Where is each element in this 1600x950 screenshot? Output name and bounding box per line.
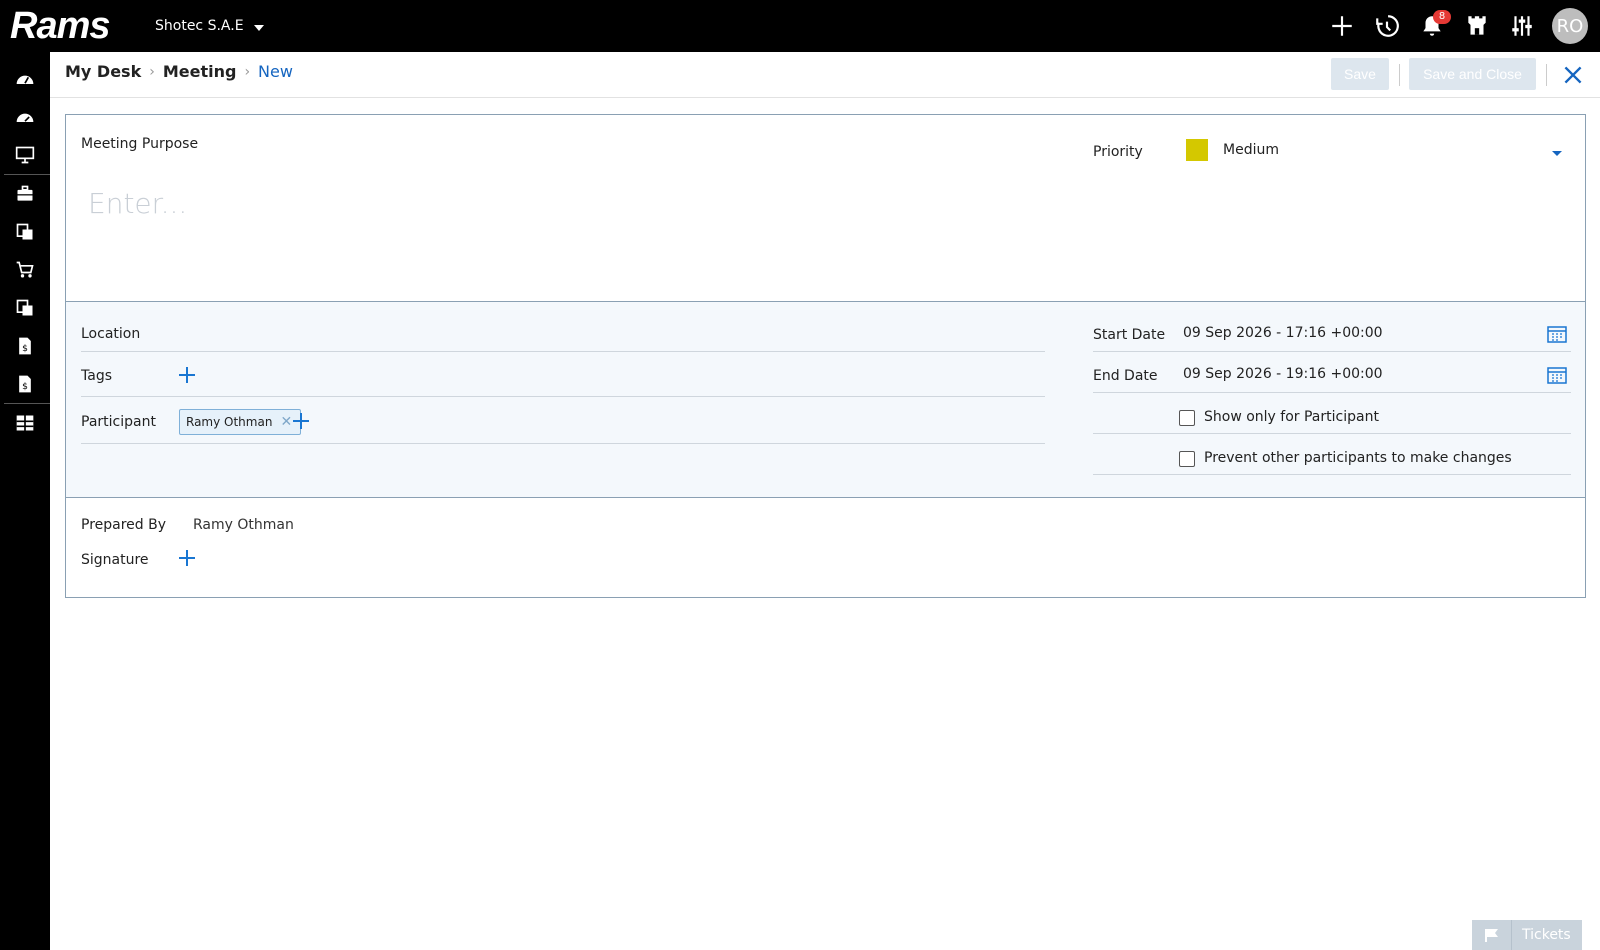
calendar-icon[interactable]	[1547, 325, 1567, 343]
sidebar-item-dashboard-alt[interactable]	[0, 98, 50, 136]
chevron-down-icon	[253, 25, 264, 31]
priority-label: Priority	[1093, 144, 1143, 160]
start-date-label: Start Date	[1093, 327, 1166, 343]
divider	[1093, 433, 1571, 434]
purpose-section: Meeting Purpose Enter... Priority Medium	[66, 115, 1585, 302]
divider	[81, 443, 1045, 444]
sidebar-item-dashboard[interactable]	[0, 60, 50, 98]
tickets-label: Tickets	[1522, 927, 1571, 943]
end-date-label: End Date	[1093, 368, 1158, 384]
breadcrumb-new: New	[258, 62, 293, 81]
divider	[1546, 64, 1547, 86]
sidebar-item-briefcase[interactable]	[0, 175, 50, 213]
priority-color-swatch	[1186, 139, 1208, 161]
priority-value: Medium	[1223, 142, 1279, 158]
breadcrumb: My Desk › Meeting › New	[65, 62, 293, 81]
meeting-purpose-input[interactable]: Enter...	[88, 187, 1038, 220]
divider	[1399, 64, 1400, 86]
divider	[1093, 474, 1571, 475]
add-button[interactable]	[1319, 0, 1364, 52]
chevron-right-icon: ›	[149, 63, 155, 80]
flag-icon	[1472, 920, 1512, 950]
participant-chip: Ramy Othman ✕	[179, 409, 302, 435]
prevent-changes-label: Prevent other participants to make chang…	[1204, 450, 1512, 466]
top-bar: Rams Shotec S.A.E 8 RO	[0, 0, 1600, 52]
location-input[interactable]	[176, 316, 1046, 350]
close-icon[interactable]	[1560, 62, 1586, 88]
cart-icon	[16, 261, 34, 278]
divider	[1093, 392, 1571, 393]
sidebar: $ $	[0, 52, 50, 950]
add-signature-icon[interactable]	[179, 550, 195, 566]
briefcase-icon	[17, 185, 33, 201]
dashboard-icon	[16, 75, 34, 84]
tags-label: Tags	[81, 368, 112, 384]
end-date-input[interactable]: 09 Sep 2026 - 19:16 +00:00	[1183, 366, 1383, 382]
invoice-icon: $	[19, 337, 31, 355]
prepared-by-label: Prepared By	[81, 517, 167, 533]
reports-icon	[16, 415, 34, 431]
signature-label: Signature	[81, 552, 149, 568]
divider	[81, 351, 1045, 352]
top-actions: 8 RO	[1319, 0, 1600, 52]
meeting-purpose-label: Meeting Purpose	[81, 136, 199, 152]
divider	[1093, 351, 1571, 352]
company-selector[interactable]: Shotec S.A.E	[155, 18, 264, 34]
save-button[interactable]: Save	[1331, 58, 1389, 90]
plus-icon	[1331, 16, 1352, 36]
location-label: Location	[81, 326, 141, 342]
sidebar-item-reports[interactable]	[0, 404, 50, 442]
prepared-by-value: Ramy Othman	[193, 517, 294, 533]
breadcrumb-meeting[interactable]: Meeting	[163, 62, 237, 81]
breadcrumb-my-desk[interactable]: My Desk	[65, 62, 141, 81]
documents-alt-icon	[16, 299, 33, 316]
history-icon	[1375, 15, 1399, 37]
documents-icon	[16, 223, 33, 240]
show-only-checkbox[interactable]	[1179, 410, 1195, 426]
castle-icon	[1467, 16, 1486, 35]
monitor-icon	[15, 146, 35, 164]
sidebar-item-documents[interactable]	[0, 213, 50, 251]
chevron-down-icon[interactable]	[1552, 151, 1562, 156]
calendar-icon[interactable]	[1547, 366, 1567, 384]
participant-label: Participant	[81, 414, 156, 430]
details-section: Location Tags Participant Ramy Othman ✕ …	[66, 302, 1585, 498]
history-button[interactable]	[1364, 0, 1409, 52]
prevent-changes-checkbox[interactable]	[1179, 451, 1195, 467]
tickets-button[interactable]: Tickets	[1472, 920, 1582, 950]
svg-text:$: $	[22, 381, 28, 392]
sidebar-item-cart[interactable]	[0, 251, 50, 289]
add-participant-icon[interactable]	[293, 413, 309, 429]
company-name: Shotec S.A.E	[155, 18, 244, 34]
invoice-alt-icon: $	[19, 375, 31, 393]
notification-badge: 8	[1433, 10, 1451, 24]
sliders-icon	[1511, 16, 1532, 36]
notifications-button[interactable]: 8	[1409, 0, 1454, 52]
signature-section: Prepared By Ramy Othman Signature	[66, 498, 1585, 597]
page-header: My Desk › Meeting › New Save Save and Cl…	[50, 52, 1600, 98]
sidebar-item-invoice-alt[interactable]: $	[0, 365, 50, 403]
sidebar-item-monitor[interactable]	[0, 136, 50, 174]
add-tag-icon[interactable]	[179, 367, 195, 383]
show-only-label: Show only for Participant	[1204, 409, 1379, 425]
sidebar-item-invoice[interactable]: $	[0, 327, 50, 365]
meeting-form: Meeting Purpose Enter... Priority Medium…	[65, 114, 1586, 598]
sidebar-item-documents-alt[interactable]	[0, 289, 50, 327]
castle-button[interactable]	[1454, 0, 1499, 52]
chevron-right-icon: ›	[244, 63, 251, 80]
save-and-close-button[interactable]: Save and Close	[1409, 58, 1536, 90]
user-avatar[interactable]: RO	[1552, 8, 1588, 44]
dashboard-alt-icon	[16, 113, 34, 122]
participant-name: Ramy Othman	[186, 415, 273, 429]
settings-button[interactable]	[1499, 0, 1544, 52]
divider	[81, 396, 1045, 397]
svg-text:$: $	[22, 343, 28, 354]
app-logo[interactable]: Rams	[10, 6, 110, 46]
remove-icon[interactable]: ✕	[280, 414, 292, 430]
start-date-input[interactable]: 09 Sep 2026 - 17:16 +00:00	[1183, 325, 1383, 341]
